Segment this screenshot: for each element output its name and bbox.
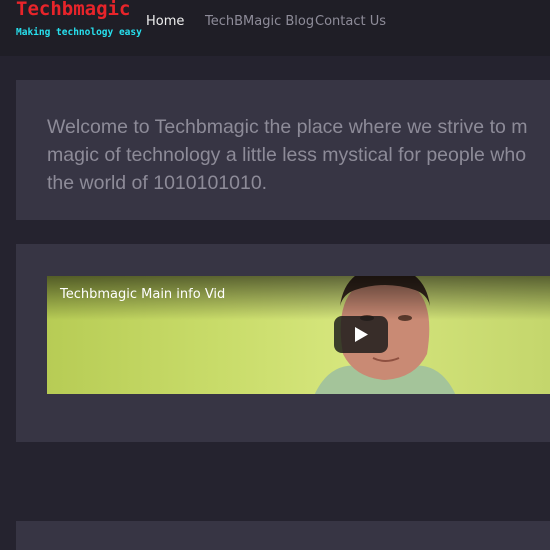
video-title[interactable]: Techbmagic Main info Vid [60,287,225,302]
welcome-line: Welcome to Techbmagic the place where we… [47,116,528,138]
play-button[interactable] [334,316,388,353]
play-icon [355,327,368,342]
navbar: Techbmagic Making technology easy Home T… [0,0,550,56]
nav-contact[interactable]: Contact Us [315,14,386,29]
nav-blog[interactable]: TechBMagic Blog [205,14,314,29]
next-card [16,521,550,550]
welcome-line: the world of 1010101010. [47,172,268,194]
welcome-line: magic of technology a little less mystic… [47,144,527,166]
nav-home[interactable]: Home [146,14,184,29]
welcome-card: Welcome to Techbmagic the place where we… [16,80,550,220]
welcome-message: Welcome to Techbmagic the place where we… [47,113,550,197]
video-player[interactable]: Techbmagic Main info Vid [47,276,550,394]
brand-logo[interactable]: Techbmagic [16,0,130,20]
video-card: Techbmagic Main info Vid [16,244,550,442]
brand-tagline: Making technology easy [16,27,142,38]
